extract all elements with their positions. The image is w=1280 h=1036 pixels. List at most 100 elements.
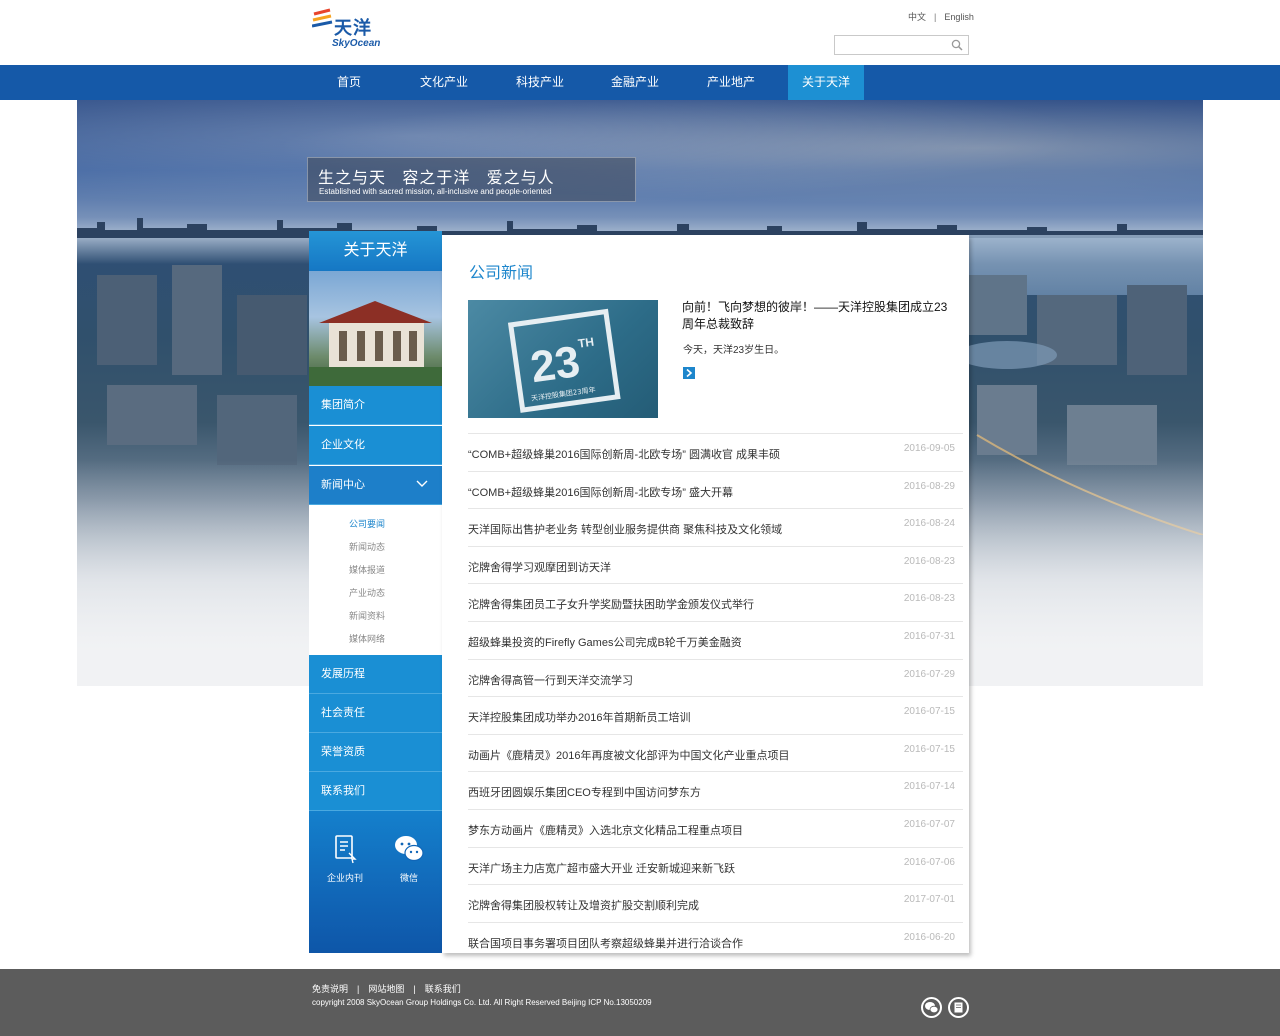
submenu-item-news-updates[interactable]: 新闻动态 (349, 540, 385, 553)
news-row[interactable]: 天洋控股集团成功举办2016年首期新员工培训 2016-07-15 (468, 696, 963, 732)
news-row[interactable]: 超级蜂巢投资的Firefly Games公司完成B轮千万美金融资 2016-07-… (468, 621, 963, 657)
chevron-right-icon (686, 368, 693, 378)
footer-link-disclaimer[interactable]: 免责说明 (312, 984, 348, 994)
logo[interactable]: 天洋 SkyOcean (312, 8, 382, 52)
news-date: 2016-07-29 (903, 668, 955, 680)
sidebar-photo (309, 271, 442, 386)
sidebar-title: 关于天洋 (309, 231, 442, 271)
page-title: 公司新闻 (469, 265, 534, 282)
news-row[interactable]: “COMB+超级蜂巢2016国际创新周-北欧专场” 盛大开幕 2016-08-29 (468, 470, 963, 507)
footer-link-sitemap[interactable]: 网站地图 (368, 984, 404, 994)
footer: 免责说明 | 网站地图 | 联系我们 copyright 2008 SkyOcean G… (0, 969, 1280, 1036)
search-box (834, 35, 969, 55)
news-date: 2016-08-29 (903, 480, 955, 492)
language-switcher: 中文 | English (908, 10, 974, 23)
nav-item-home[interactable]: 首页 (311, 65, 387, 100)
news-date: 2016-08-23 (903, 593, 955, 605)
nav-item-about[interactable]: 关于天洋 (788, 65, 864, 100)
submenu-item-industry-news[interactable]: 产业动态 (349, 586, 385, 599)
search-icon[interactable] (951, 39, 963, 51)
main-nav: 首页 文化产业 科技产业 金融产业 产业地产 关于天洋 (0, 65, 1280, 100)
news-title[interactable]: 联合国项目事务署项目团队考察超级蜂巢并进行洽谈合作 (468, 935, 743, 951)
logo-mark-icon (312, 8, 333, 28)
submenu-item-media-reports[interactable]: 媒体报道 (349, 563, 385, 576)
news-date: 2016-08-24 (903, 518, 955, 530)
news-title[interactable]: 沱牌舍得集团股权转让及增资扩股交割顺利完成 (468, 897, 699, 913)
footer-separator: | (357, 984, 360, 994)
news-date: 2017-07-01 (903, 894, 955, 906)
news-title[interactable]: 梦东方动画片《鹿精灵》入选北京文化精品工程重点项目 (468, 822, 743, 838)
news-row[interactable]: 沱牌舍得学习观摩团到访天洋 2016-08-23 (468, 545, 963, 582)
magazine-icon (335, 835, 357, 864)
footer-copyright: copyright 2008 SkyOcean Group Holdings C… (312, 998, 652, 1007)
lang-en-link[interactable]: English (944, 12, 974, 22)
news-title[interactable]: 天洋国际出售护老业务 转型创业服务提供商 聚焦科技及文化领域 (468, 521, 782, 537)
news-title[interactable]: “COMB+超级蜂巢2016国际创新周-北欧专场” 圆满收官 成果丰硕 (468, 446, 780, 462)
news-title[interactable]: “COMB+超级蜂巢2016国际创新周-北欧专场” 盛大开幕 (468, 484, 733, 500)
sidebar-item-group-intro[interactable]: 集团简介 (309, 386, 442, 425)
header: 天洋 SkyOcean 中文 | English (0, 0, 1280, 65)
news-date: 2016-06-20 (903, 931, 955, 943)
chevron-down-icon (416, 480, 428, 487)
news-row[interactable]: “COMB+超级蜂巢2016国际创新周-北欧专场” 圆满收官 成果丰硕 2016-… (468, 433, 963, 469)
news-row[interactable]: 联合国项目事务署项目团队考察超级蜂巢并进行洽谈合作 2016-06-20 (468, 921, 963, 958)
logo-text-en: SkyOcean (332, 38, 381, 49)
search-input[interactable] (835, 36, 945, 54)
nav-item-finance[interactable]: 金融产业 (597, 65, 673, 100)
news-row[interactable]: 梦东方动画片《鹿精灵》入选北京文化精品工程重点项目 2016-07-07 (468, 809, 963, 845)
nav-item-real-estate[interactable]: 产业地产 (693, 65, 769, 100)
news-row[interactable]: 西班牙团圆娱乐集团CEO专程到中国访问梦东方 2016-07-14 (468, 771, 963, 807)
lang-separator: | (934, 12, 937, 22)
sidebar-item-contact[interactable]: 联系我们 (309, 772, 442, 811)
news-date: 2016-07-14 (903, 781, 955, 793)
news-date: 2016-08-23 (903, 555, 955, 567)
nav-item-culture[interactable]: 文化产业 (406, 65, 482, 100)
news-date: 2016-07-06 (903, 856, 955, 868)
lang-zh-link[interactable]: 中文 (908, 12, 926, 22)
news-center-submenu: 公司要闻 新闻动态 媒体报道 产业动态 新闻资料 媒体网络 (309, 505, 442, 655)
submenu-item-media-network[interactable]: 媒体网络 (349, 632, 385, 645)
magazine-icon (954, 1002, 963, 1013)
wechat-button[interactable]: 微信 (379, 833, 439, 884)
news-panel: 公司新闻 23 TH 天洋控股集团23周年 向前！飞向梦想的彼岸！——天洋控股集… (442, 235, 969, 953)
news-row[interactable]: 动画片《鹿精灵》2016年再度被文化部评为中国文化产业重点项目 2016-07-1… (468, 733, 963, 770)
news-title[interactable]: 沱牌舍得集团员工子女升学奖励暨扶困助学金颁发仪式举行 (468, 596, 754, 612)
footer-magazine-button[interactable] (948, 997, 969, 1018)
sidebar-item-social-responsibility[interactable]: 社会责任 (309, 694, 442, 733)
news-title[interactable]: 沱牌舍得学习观摩团到访天洋 (468, 559, 611, 575)
news-title[interactable]: 天洋广场主力店宽广超市盛大开业 迁安新城迎来新飞跃 (468, 860, 735, 876)
sidebar-item-honors[interactable]: 荣誉资质 (309, 733, 442, 772)
news-row[interactable]: 沱牌舍得集团股权转让及增资扩股交割顺利完成 2017-07-01 (468, 884, 963, 920)
footer-wechat-button[interactable] (921, 997, 942, 1018)
sidebar-item-news-center[interactable]: 新闻中心 (309, 466, 442, 505)
sidebar: 关于天洋 集团简介 企业文化 新闻中心 公司要闻 新闻动态 媒体报道 产业动态 … (309, 231, 442, 953)
featured-image-number: 23 (528, 337, 583, 392)
footer-separator: | (413, 984, 416, 994)
magazine-button[interactable]: 企业内刊 (315, 833, 375, 884)
news-row[interactable]: 天洋广场主力店宽广超市盛大开业 迁安新城迎来新飞跃 2016-07-06 (468, 846, 963, 883)
hero-sky (77, 100, 1203, 220)
submenu-item-company-news[interactable]: 公司要闻 (349, 517, 385, 530)
news-date: 2016-07-31 (903, 631, 955, 642)
news-row[interactable]: 沱牌舍得集团员工子女升学奖励暨扶困助学金颁发仪式举行 2016-08-23 (468, 583, 963, 619)
footer-link-contact[interactable]: 联系我们 (425, 984, 461, 994)
news-title[interactable]: 超级蜂巢投资的Firefly Games公司完成B轮千万美金融资 (468, 634, 742, 650)
featured-more-button[interactable] (683, 367, 695, 379)
wechat-icon (395, 836, 424, 862)
sidebar-bottom-panel: 企业内刊 微信 (309, 811, 442, 953)
featured-image-sup: TH (577, 335, 595, 351)
news-row[interactable]: 沱牌舍得高管一行到天洋交流学习 2016-07-29 (468, 658, 963, 695)
logo-text-cn: 天洋 (334, 18, 372, 38)
news-title[interactable]: 天洋控股集团成功举办2016年首期新员工培训 (468, 709, 690, 725)
featured-news-title[interactable]: 向前！飞向梦想的彼岸！——天洋控股集团成立23周年总裁致辞 (682, 299, 957, 333)
featured-news-image[interactable]: 23 TH 天洋控股集团23周年 (468, 300, 658, 418)
news-date: 2016-07-07 (903, 819, 955, 830)
nav-item-technology[interactable]: 科技产业 (502, 65, 578, 100)
news-title[interactable]: 西班牙团圆娱乐集团CEO专程到中国访问梦东方 (468, 784, 701, 800)
news-title[interactable]: 沱牌舍得高管一行到天洋交流学习 (468, 672, 633, 688)
sidebar-item-history[interactable]: 发展历程 (309, 655, 442, 694)
news-title[interactable]: 动画片《鹿精灵》2016年再度被文化部评为中国文化产业重点项目 (468, 747, 789, 763)
sidebar-item-culture[interactable]: 企业文化 (309, 426, 442, 465)
submenu-item-news-materials[interactable]: 新闻资料 (349, 609, 385, 622)
news-row[interactable]: 天洋国际出售护老业务 转型创业服务提供商 聚焦科技及文化领域 2016-08-24 (468, 508, 963, 544)
